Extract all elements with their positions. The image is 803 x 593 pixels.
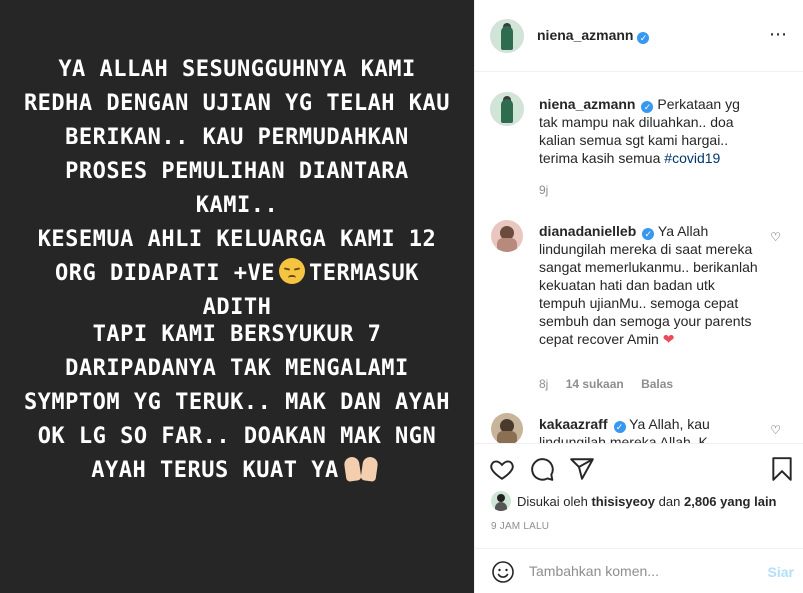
image-text-line: TAPI KAMI BERSYUKUR 7: [92, 322, 382, 347]
image-text-line: REDHA DENGAN UJIAN YG TELAH KAU: [23, 91, 451, 116]
image-text-fragment: ORG DIDAPATI +VE: [55, 261, 275, 286]
palms-up-emoji: [343, 455, 379, 482]
verified-badge-icon: ✓: [613, 421, 626, 433]
post-image[interactable]: YA ALLAH SESUNGGUHNYA KAMI REDHA DENGAN …: [0, 0, 474, 593]
add-comment-bar: Siar: [475, 548, 803, 593]
pensive-face-emoji: [278, 258, 305, 284]
likes-count-link[interactable]: 2,806 yang lain: [684, 494, 777, 509]
image-text-line: ORG DIDAPATI +VE TERMASUK: [20, 257, 454, 291]
image-text-paragraph-2: TAPI KAMI BERSYUKUR 7 DARIPADANYA TAK ME…: [20, 318, 454, 488]
action-bar: [475, 443, 803, 493]
username-link[interactable]: niena_azmann: [537, 27, 633, 43]
image-text-line: AYAH TERUS KUAT YA: [20, 454, 454, 488]
liked-by-user-link[interactable]: thisisyeoy: [591, 494, 655, 509]
comments-list[interactable]: niena_azmann ✓ Perkataan yg tak mampu nak…: [475, 73, 803, 443]
likes-prefix: Disukai oleh: [517, 494, 588, 509]
likes-middle: dan: [658, 494, 681, 509]
more-options-icon[interactable]: ⋯: [769, 25, 788, 43]
post-sidebar: niena_azmann ✓ ⋯ niena_azmann ✓ Perkataan …: [474, 0, 803, 593]
image-text-line: YA ALLAH SESUNGGUHNYA KAMI: [58, 57, 416, 82]
reply-button[interactable]: Balas: [641, 377, 673, 391]
comment-likes-count[interactable]: 14 sukaan: [566, 377, 624, 391]
verified-badge-icon: ✓: [642, 228, 655, 240]
verified-badge-icon: ✓: [637, 32, 650, 44]
image-text-fragment: AYAH TERUS KUAT YA: [91, 458, 339, 483]
post-timestamp[interactable]: 9 JAM LALU: [491, 521, 549, 532]
avatar[interactable]: [491, 20, 523, 52]
bookmark-icon[interactable]: [769, 456, 795, 482]
header-user: niena_azmann ✓: [537, 27, 650, 45]
post-header: niena_azmann ✓ ⋯: [475, 0, 803, 72]
comment-body: dianadanielleb ✓ Ya Allah lindungilah mer…: [539, 222, 761, 348]
image-text-line: KESEMUA AHLI KELUARGA KAMI 12: [37, 227, 437, 252]
emoji-smiley-icon[interactable]: [491, 560, 515, 584]
hashtag-link[interactable]: #covid19: [664, 150, 720, 166]
image-text-line: PROSES PEMULIHAN DIANTARA KAMI..: [65, 159, 409, 218]
avatar[interactable]: [491, 491, 511, 511]
like-comment-heart-icon[interactable]: ♡: [770, 230, 781, 244]
heart-icon[interactable]: [489, 456, 515, 482]
comment-age[interactable]: 8j: [539, 377, 548, 391]
username-link[interactable]: kakaazraff: [539, 416, 608, 432]
caption-meta: 9j: [539, 183, 562, 197]
image-text-line: SYMPTOM YG TERUK.. MAK DAN AYAH: [23, 390, 451, 415]
comment-icon[interactable]: [529, 456, 555, 482]
comment-meta: 8j 14 sukaan Balas: [539, 377, 687, 391]
like-comment-heart-icon[interactable]: ♡: [770, 423, 781, 437]
share-icon[interactable]: [569, 456, 595, 482]
username-link[interactable]: dianadanielleb: [539, 223, 636, 239]
comment-text: Ya Allah, kau: [629, 416, 710, 432]
avatar[interactable]: [491, 220, 523, 252]
image-text-fragment: TERMASUK: [308, 261, 419, 286]
caption-body: niena_azmann ✓ Perkataan yg tak mampu nak…: [539, 95, 761, 167]
likes-summary: Disukai oleh thisisyeoy dan 2,806 yang l…: [491, 491, 777, 511]
image-text-paragraph-1: YA ALLAH SESUNGGUHNYA KAMI REDHA DENGAN …: [20, 53, 454, 325]
username-link[interactable]: niena_azmann: [539, 96, 635, 112]
comment-input[interactable]: [529, 561, 749, 581]
avatar[interactable]: [491, 93, 523, 125]
red-heart-emoji: ❤: [662, 331, 675, 347]
image-text-line: DARIPADANYA TAK MENGALAMI: [65, 356, 409, 381]
image-text-line: OK LG SO FAR.. DOAKAN MAK NGN: [37, 424, 437, 449]
comment-body: kakaazraff ✓ Ya Allah, kau lindungilah me…: [539, 415, 761, 443]
image-text-line: BERIKAN.. KAU PERMUDAHKAN: [65, 125, 409, 150]
verified-badge-icon: ✓: [641, 101, 654, 113]
comment-text: Ya Allah lindungilah mereka di saat mere…: [539, 223, 758, 347]
comment-text-partial: lindungilah mereka Allah, K: [539, 434, 708, 443]
post-comment-button[interactable]: Siar: [768, 564, 794, 580]
caption-age[interactable]: 9j: [539, 183, 548, 197]
avatar[interactable]: [491, 413, 523, 443]
